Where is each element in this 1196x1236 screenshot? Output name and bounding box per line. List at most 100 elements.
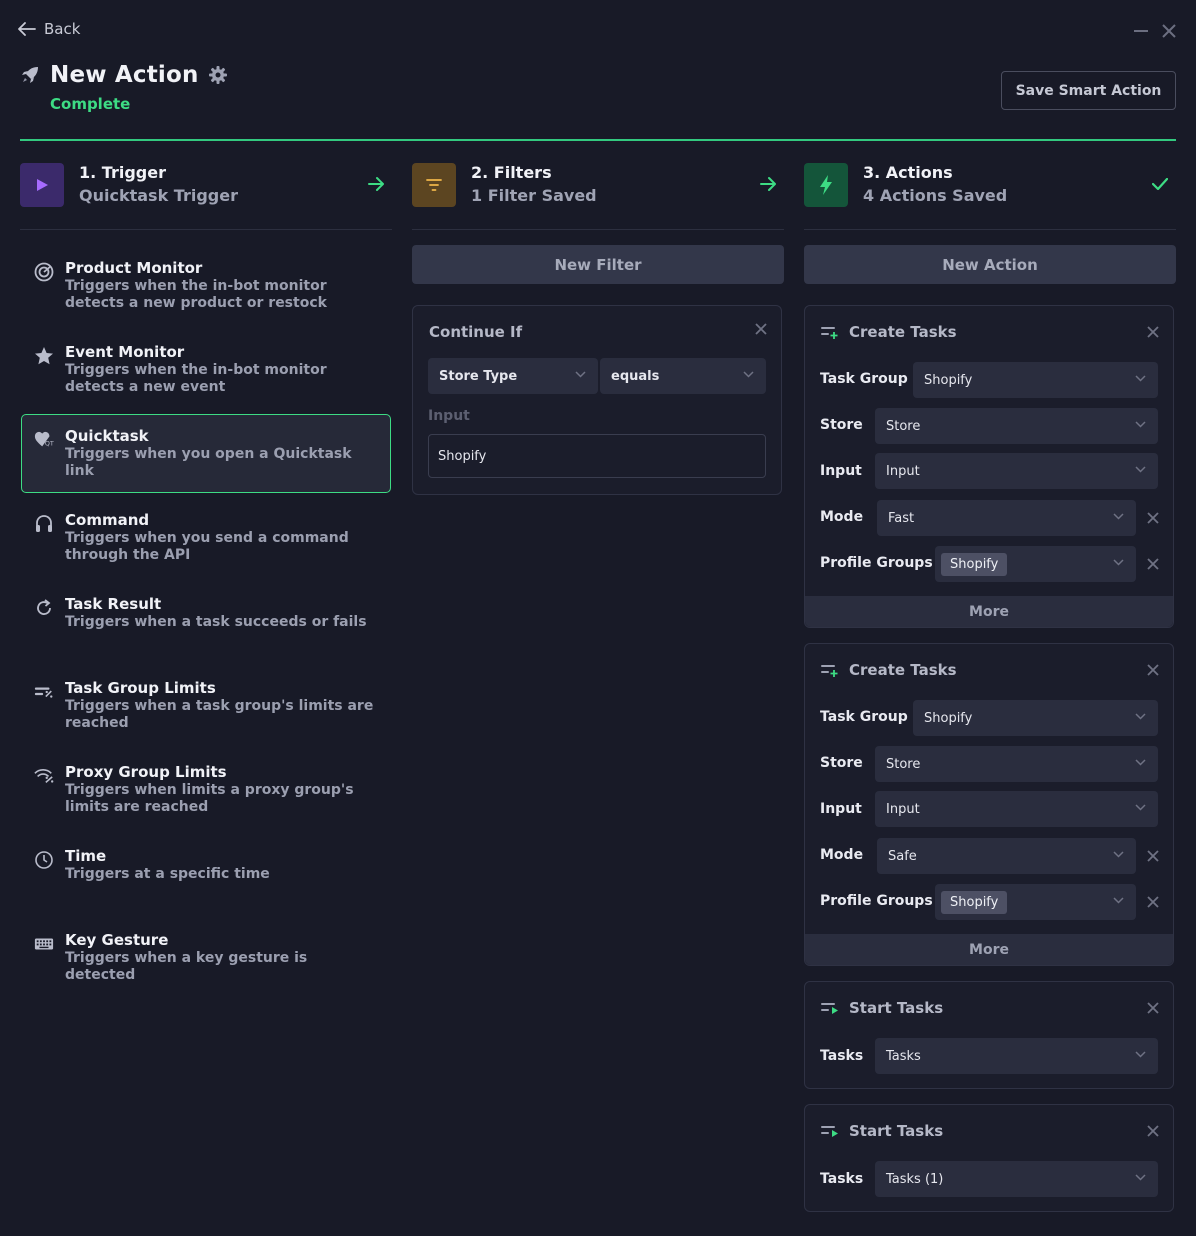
tasks-select[interactable]: Tasks (1) bbox=[875, 1161, 1158, 1197]
arrow-left-icon bbox=[18, 22, 36, 36]
rocket-icon bbox=[20, 65, 40, 85]
trigger-name: Task Result bbox=[65, 595, 162, 613]
clock-icon bbox=[34, 850, 54, 870]
step-filters[interactable]: 2. Filters 1 Filter Saved bbox=[412, 163, 597, 207]
input-select[interactable]: Input bbox=[875, 791, 1158, 827]
trigger-task-group-limits[interactable]: Task Group Limits Triggers when a task g… bbox=[21, 666, 391, 745]
action-card-create-tasks: Create Tasks Task Group Shopify Store St… bbox=[804, 643, 1174, 966]
trigger-name: Quicktask bbox=[65, 427, 149, 445]
page-header: New Action bbox=[20, 62, 227, 88]
action-card-create-tasks: Create Tasks Task Group Shopify Store St… bbox=[804, 305, 1174, 628]
more-button[interactable]: More bbox=[805, 596, 1173, 627]
keyboard-icon bbox=[34, 934, 54, 954]
mode-value: Fast bbox=[888, 510, 915, 526]
tasks-select[interactable]: Tasks bbox=[875, 1038, 1158, 1074]
trigger-task-result[interactable]: Task Result Triggers when a task succeed… bbox=[21, 582, 391, 644]
profile-groups-label: Profile Groups bbox=[820, 555, 933, 571]
close-icon[interactable] bbox=[1145, 1123, 1161, 1139]
action-card-header: Start Tasks bbox=[821, 1122, 943, 1140]
tasks-label: Tasks bbox=[820, 1048, 864, 1064]
close-icon[interactable] bbox=[753, 321, 769, 337]
profile-groups-select[interactable]: Shopify bbox=[935, 884, 1136, 920]
close-icon[interactable] bbox=[1145, 324, 1161, 340]
refresh-icon bbox=[34, 598, 54, 618]
remove-mode-icon[interactable] bbox=[1145, 848, 1161, 864]
remove-profile-groups-icon[interactable] bbox=[1145, 894, 1161, 910]
save-smart-action-button[interactable]: Save Smart Action bbox=[1001, 71, 1176, 110]
profile-group-chip[interactable]: Shopify bbox=[941, 890, 1008, 914]
gear-icon[interactable] bbox=[208, 66, 227, 84]
task-group-value: Shopify bbox=[924, 372, 973, 388]
profile-groups-select[interactable]: Shopify bbox=[935, 546, 1136, 582]
profile-group-chip[interactable]: Shopify bbox=[941, 552, 1008, 576]
arrow-right-icon bbox=[760, 176, 777, 192]
mode-value: Safe bbox=[888, 848, 917, 864]
trigger-event-monitor[interactable]: Event Monitor Triggers when the in-bot m… bbox=[21, 330, 391, 409]
trigger-description: Triggers when the in-bot monitor detects… bbox=[65, 278, 327, 311]
profile-groups-label: Profile Groups bbox=[820, 893, 933, 909]
action-card-start-tasks: Start Tasks Tasks Tasks bbox=[804, 981, 1174, 1089]
trigger-description: Triggers when the in-bot monitor detects… bbox=[65, 362, 327, 395]
column-divider bbox=[20, 229, 392, 230]
mode-label: Mode bbox=[820, 847, 864, 863]
filter-card: Continue If Store Type equals Input Shop… bbox=[412, 305, 782, 495]
more-button[interactable]: More bbox=[805, 934, 1173, 965]
mode-select[interactable]: Fast bbox=[877, 500, 1136, 536]
trigger-product-monitor[interactable]: Product Monitor Triggers when the in-bot… bbox=[21, 246, 391, 325]
filter-input-field[interactable]: Shopify bbox=[428, 434, 766, 478]
arrow-right-icon bbox=[368, 176, 385, 192]
chevron-down-icon bbox=[1113, 897, 1124, 904]
chevron-down-icon bbox=[1113, 559, 1124, 566]
back-label: Back bbox=[44, 20, 81, 38]
trigger-key-gesture[interactable]: Key Gesture Triggers when a key gesture … bbox=[21, 918, 391, 997]
check-icon bbox=[1152, 178, 1168, 190]
store-select[interactable]: Store bbox=[875, 408, 1158, 444]
chevron-down-icon bbox=[1135, 375, 1146, 382]
input-value: Input bbox=[886, 801, 920, 817]
close-icon[interactable] bbox=[1145, 1000, 1161, 1016]
new-action-button[interactable]: New Action bbox=[804, 245, 1176, 284]
step-actions[interactable]: 3. Actions 4 Actions Saved bbox=[804, 163, 1007, 207]
trigger-description: Triggers when a key gesture is detected bbox=[65, 950, 308, 983]
new-filter-button[interactable]: New Filter bbox=[412, 245, 784, 284]
trigger-quicktask[interactable]: QT Quicktask Triggers when you open a Qu… bbox=[21, 414, 391, 493]
filter-field-select[interactable]: Store Type bbox=[428, 358, 598, 394]
input-select[interactable]: Input bbox=[875, 453, 1158, 489]
back-button[interactable]: Back bbox=[18, 20, 80, 38]
task-group-select[interactable]: Shopify bbox=[913, 700, 1158, 736]
close-window-button[interactable] bbox=[1160, 22, 1178, 40]
action-card-header: Create Tasks bbox=[821, 323, 957, 341]
filter-operator-select[interactable]: equals bbox=[600, 358, 766, 394]
mode-label: Mode bbox=[820, 509, 864, 525]
store-select[interactable]: Store bbox=[875, 746, 1158, 782]
filter-input-label: Input bbox=[428, 408, 470, 424]
minimize-button[interactable] bbox=[1132, 22, 1150, 40]
action-card-title: Start Tasks bbox=[849, 1122, 944, 1140]
close-icon[interactable] bbox=[1145, 662, 1161, 678]
lightning-icon bbox=[804, 163, 848, 207]
step-title: 2. Filters bbox=[471, 163, 552, 182]
trigger-name: Event Monitor bbox=[65, 343, 185, 361]
step-subtitle: Quicktask Trigger bbox=[79, 186, 238, 205]
tasks-value: Tasks bbox=[886, 1048, 921, 1064]
start-tasks-icon bbox=[821, 1002, 839, 1014]
action-card-title: Start Tasks bbox=[849, 999, 944, 1017]
status-label: Complete bbox=[50, 95, 131, 113]
mode-select[interactable]: Safe bbox=[877, 838, 1136, 874]
trigger-time[interactable]: Time Triggers at a specific time bbox=[21, 834, 391, 896]
task-group-select[interactable]: Shopify bbox=[913, 362, 1158, 398]
step-subtitle: 4 Actions Saved bbox=[863, 186, 1008, 205]
remove-mode-icon[interactable] bbox=[1145, 510, 1161, 526]
remove-profile-groups-icon[interactable] bbox=[1145, 556, 1161, 572]
step-trigger[interactable]: 1. Trigger Quicktask Trigger bbox=[20, 163, 238, 207]
chevron-down-icon bbox=[1113, 851, 1124, 858]
trigger-proxy-group-limits[interactable]: Proxy Group Limits Triggers when limits … bbox=[21, 750, 391, 829]
create-tasks-icon bbox=[821, 325, 839, 339]
chevron-down-icon bbox=[743, 371, 754, 378]
store-value: Store bbox=[886, 756, 921, 772]
chevron-down-icon bbox=[575, 371, 586, 378]
action-card-header: Create Tasks bbox=[821, 661, 957, 679]
trigger-command[interactable]: Command Triggers when you send a command… bbox=[21, 498, 391, 577]
action-card-title: Create Tasks bbox=[849, 323, 957, 341]
store-label: Store bbox=[820, 755, 863, 771]
